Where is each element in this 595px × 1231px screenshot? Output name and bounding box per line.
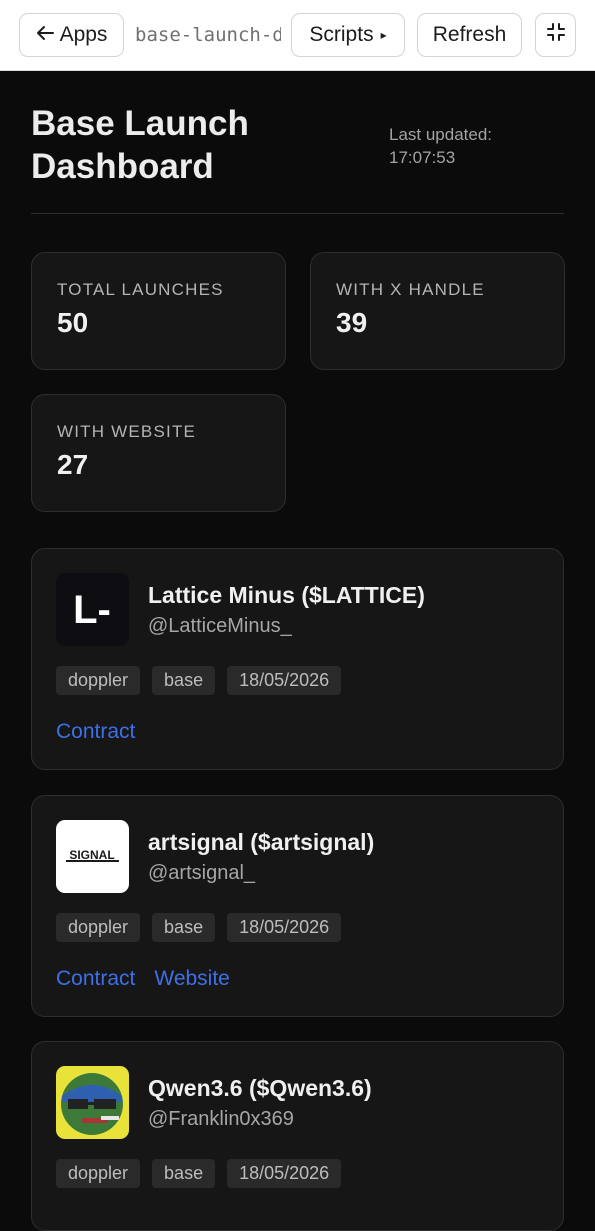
tag-date: 18/05/2026 xyxy=(227,913,342,942)
stat-label: TOTAL LAUNCHES xyxy=(57,280,224,299)
stat-label: WITH X HANDLE xyxy=(336,280,485,299)
collapse-button[interactable] xyxy=(535,13,576,57)
avatar-text: L- xyxy=(73,588,111,632)
launch-handle[interactable]: @Franklin0x369 xyxy=(148,1108,294,1131)
page-title-line-1: Base Launch xyxy=(31,104,249,143)
scripts-button[interactable]: Scripts ▸ xyxy=(291,13,405,57)
avatar xyxy=(56,1066,129,1139)
tag-platform: doppler xyxy=(56,666,141,695)
tag-list: doppler base 18/05/2026 xyxy=(56,913,342,942)
launch-card: L- Lattice Minus ($LATTICE) @LatticeMinu… xyxy=(31,548,564,770)
tag-chain: base xyxy=(152,1159,216,1188)
apps-button-label: Apps xyxy=(59,23,108,46)
contract-link[interactable]: Contract xyxy=(56,720,135,744)
collapse-icon xyxy=(546,22,566,48)
launch-card: Qwen3.6 ($Qwen3.6) @Franklin0x369 dopple… xyxy=(31,1041,564,1231)
caret-right-icon: ▸ xyxy=(380,28,387,42)
signal-logo-icon: SIGNAL xyxy=(56,820,129,893)
page-title: Base Launch Dashboard xyxy=(31,102,291,188)
avatar-text: SIGNAL xyxy=(69,848,114,862)
tag-list: doppler base 18/05/2026 xyxy=(56,1159,342,1188)
launch-name: Qwen3.6 ($Qwen3.6) xyxy=(148,1075,372,1101)
stat-with-website: WITH WEBSITE 27 xyxy=(31,394,286,512)
header-divider xyxy=(31,213,564,214)
last-updated-time: 17:07:53 xyxy=(389,148,456,167)
tag-chain: base xyxy=(152,666,216,695)
lattice-logo-icon: L- xyxy=(56,573,129,646)
link-list: Contract Website xyxy=(56,967,230,991)
page-title-line-2: Dashboard xyxy=(31,147,214,186)
stat-value: 39 xyxy=(336,307,368,338)
tag-list: doppler base 18/05/2026 xyxy=(56,666,342,695)
launch-handle[interactable]: @LatticeMinus_ xyxy=(148,615,292,638)
website-link[interactable]: Website xyxy=(154,967,229,991)
script-path: base-launch-dashboard xyxy=(135,24,281,46)
top-toolbar: Apps base-launch-dashboard Scripts ▸ Ref… xyxy=(0,0,595,71)
stat-total-launches: TOTAL LAUNCHES 50 xyxy=(31,252,286,370)
link-list: Contract xyxy=(56,720,135,744)
arrow-left-icon xyxy=(36,24,54,47)
launch-name: artsignal ($artsignal) xyxy=(148,829,375,855)
last-updated-label: Last updated: xyxy=(389,125,493,144)
tag-date: 18/05/2026 xyxy=(227,1159,342,1188)
dashboard-main: Base Launch Dashboard Last updated: 17:0… xyxy=(0,72,595,1231)
pepe-avatar-icon xyxy=(56,1066,129,1139)
stat-label: WITH WEBSITE xyxy=(57,422,197,441)
apps-button[interactable]: Apps xyxy=(19,13,124,57)
launch-handle[interactable]: @artsignal_ xyxy=(148,862,255,885)
avatar: L- xyxy=(56,573,129,646)
tag-date: 18/05/2026 xyxy=(227,666,342,695)
last-updated: Last updated: 17:07:53 xyxy=(389,123,569,169)
tag-chain: base xyxy=(152,913,216,942)
stat-with-x-handle: WITH X HANDLE 39 xyxy=(310,252,565,370)
refresh-button-label: Refresh xyxy=(432,23,507,46)
stat-value: 27 xyxy=(57,449,89,480)
tag-platform: doppler xyxy=(56,913,141,942)
stat-value: 50 xyxy=(57,307,89,338)
contract-link[interactable]: Contract xyxy=(56,967,135,991)
launch-name: Lattice Minus ($LATTICE) xyxy=(148,582,425,608)
launch-card: SIGNAL artsignal ($artsignal) @artsignal… xyxy=(31,795,564,1017)
refresh-button[interactable]: Refresh xyxy=(417,13,522,57)
tag-platform: doppler xyxy=(56,1159,141,1188)
scripts-button-label: Scripts xyxy=(309,23,374,46)
avatar: SIGNAL xyxy=(56,820,129,893)
